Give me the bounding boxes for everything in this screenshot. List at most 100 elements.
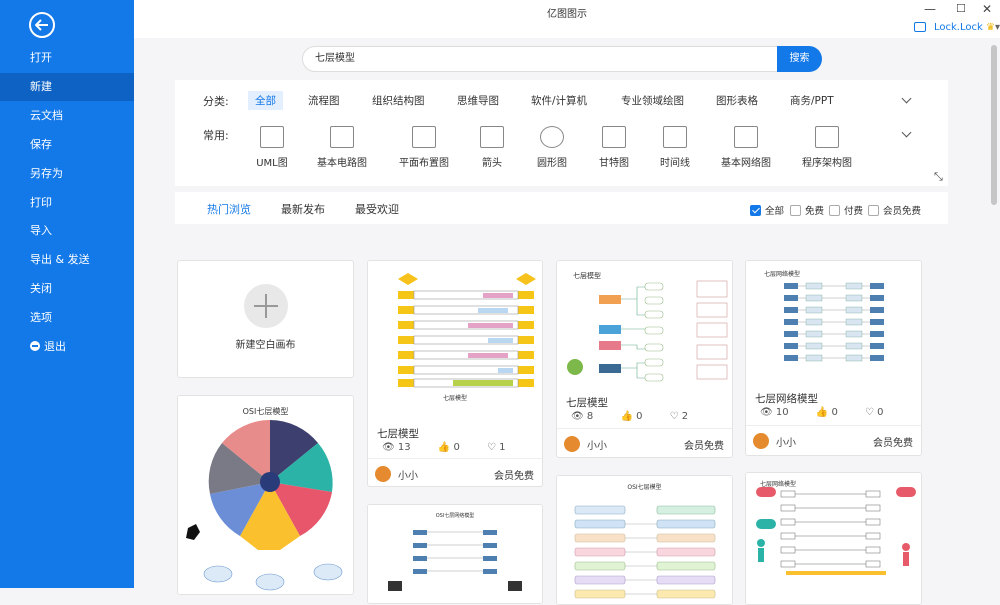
common-timeline[interactable]: 时间线 [640,126,710,169]
category-professional[interactable]: 专业领域绘图 [614,91,691,110]
user-name[interactable]: Lock.Lock ♛▾ [934,22,1000,33]
category-all[interactable]: 全部 [248,91,283,110]
template-card[interactable]: 七层模型 七层模型 👁 8 👍 0 ♡ 2 小小 会员免费 [556,260,733,458]
scrollbar[interactable] [991,45,997,205]
sidebar-item-export[interactable]: 导出 & 发送 [0,246,134,274]
thumbnail-caption: 七层网络模型 [764,271,801,278]
avatar [375,466,391,482]
sidebar: 打开 新建 云文档 保存 另存为 打印 导入 导出 & 发送 关闭 选项 退出 [0,0,134,588]
category-business-ppt[interactable]: 商务/PPT [783,91,841,110]
sidebar-item-open[interactable]: 打开 [0,44,134,72]
filter-all[interactable]: 全部 [750,203,784,217]
template-title: 七层模型 [566,397,608,409]
common-circuit[interactable]: 基本电路图 [307,126,377,169]
common-gantt[interactable]: 甘特图 [579,126,649,169]
template-thumbnail: 七层网络模型 [746,473,921,604]
minimize-icon[interactable]: — [924,2,936,16]
thumbnail-caption: 七层模型 [573,272,601,280]
favorites-count: 2 [681,411,689,422]
heart-icon: ♡ 0 [865,407,884,418]
common-gantt-label: 甘特图 [599,158,629,169]
sidebar-item-new[interactable]: 新建 [0,73,134,101]
template-card[interactable]: 七层网络模型 [745,472,922,605]
chat-icon[interactable] [914,22,926,32]
common-timeline-label: 时间线 [660,158,690,169]
sidebar-item-import[interactable]: 导入 [0,217,134,245]
template-stats: 👁 10 👍 0 ♡ 0 [760,407,908,418]
thumbnail-caption: OSI七层模型 [242,407,289,416]
thumbnail-caption: OSI七层网络模型 [435,513,475,519]
app-title: 亿图图示 [547,9,587,20]
expand-common-chevron-icon[interactable] [901,127,912,138]
user-dropdown-icon: ▾ [994,22,1000,33]
author-name[interactable]: 小小 [587,437,607,452]
sidebar-item-print[interactable]: 打印 [0,189,134,217]
filter-member-free[interactable]: 会员免费 [868,203,921,217]
checkbox-icon [829,205,840,216]
sidebar-item-exit[interactable]: 退出 [0,333,134,361]
sidebar-item-options[interactable]: 选项 [0,304,134,332]
sidebar-item-exit-label: 退出 [44,340,66,353]
category-software[interactable]: 软件/计算机 [524,91,594,110]
common-architecture[interactable]: 程序架构图 [792,126,862,169]
title-bar: 亿图图示 — ☐ ✕ Lock.Lock ♛▾ [134,0,1000,38]
maximize-icon[interactable]: ☐ [956,2,966,15]
filter-free-label: 免费 [805,206,825,217]
sidebar-item-cloud[interactable]: 云文档 [0,102,134,130]
template-footer: 小小 会员免费 [557,428,732,457]
thumbs-up-icon: 👍 0 [815,407,838,418]
views-count: 8 [586,411,594,422]
template-card[interactable]: OSI七层模型 [556,475,733,605]
author-name[interactable]: 小小 [776,434,796,449]
category-mind-map[interactable]: 思维导图 [450,91,506,110]
category-panel: 分类: 全部 流程图 组织结构图 思维导图 软件/计算机 专业领域绘图 图形表格… [175,80,948,186]
filter-member-free-label: 会员免费 [883,206,922,217]
common-network-label: 基本网络图 [721,158,771,169]
circle-chart-icon [540,126,564,148]
category-graphic-table[interactable]: 图形表格 [709,91,765,110]
fullscreen-icon[interactable]: ⤡ [934,170,943,184]
tab-popular[interactable]: 最受欢迎 [355,201,399,217]
template-card[interactable]: 七层模型 七层模型 👁 13 👍 0 ♡ 1 小小 会员免费 [367,260,543,487]
thumbs-up-icon: 👍 0 [437,442,460,453]
likes-count: 0 [453,442,460,453]
tab-newest[interactable]: 最新发布 [281,201,325,217]
template-footer: 小小 会员免费 [746,425,921,455]
template-title: 七层网络模型 [755,393,818,405]
filter-free[interactable]: 免费 [790,203,824,217]
sidebar-item-close[interactable]: 关闭 [0,275,134,303]
template-card[interactable]: OSI七层网络模型 [367,504,543,604]
sidebar-item-save-as[interactable]: 另存为 [0,160,134,188]
common-floor-plan[interactable]: 平面布置图 [389,126,459,169]
close-icon[interactable]: ✕ [982,2,992,16]
template-title: 七层模型 [377,428,419,440]
filter-paid[interactable]: 付费 [829,203,863,217]
checkbox-checked-icon [750,205,761,216]
template-card[interactable]: OSI七层模型 [177,395,354,595]
common-circle[interactable]: 圆形图 [517,126,587,169]
views-count: 10 [775,407,789,418]
arrow-icon [480,126,504,148]
template-card[interactable]: 七层网络模型 七层网络模型 👁 10 👍 0 ♡ 0 小小 会员免费 [745,260,922,456]
back-arrow-icon[interactable] [29,12,55,38]
search-input[interactable]: 七层模型 [302,46,778,72]
template-stats: 👁 13 👍 0 ♡ 1 [382,442,530,453]
sidebar-item-save[interactable]: 保存 [0,131,134,159]
user-name-label: Lock.Lock [934,22,983,33]
common-uml-label: UML图 [256,158,288,169]
tab-hot[interactable]: 热门浏览 [207,201,251,217]
uml-icon [260,126,284,148]
category-org-chart[interactable]: 组织结构图 [365,91,432,110]
author-name[interactable]: 小小 [398,467,418,482]
checkbox-icon [790,205,801,216]
category-flowchart[interactable]: 流程图 [301,91,347,110]
common-network[interactable]: 基本网络图 [711,126,781,169]
common-uml[interactable]: UML图 [237,126,307,169]
common-label: 常用: [203,129,229,142]
template-footer: 小小 会员免费 [368,458,542,486]
price-badge: 会员免费 [684,441,724,452]
search-button[interactable]: 搜索 [777,46,822,72]
likes-count: 0 [831,407,838,418]
new-blank-canvas-card[interactable]: 新建空白画布 [177,260,354,378]
expand-categories-chevron-icon[interactable] [901,93,912,104]
